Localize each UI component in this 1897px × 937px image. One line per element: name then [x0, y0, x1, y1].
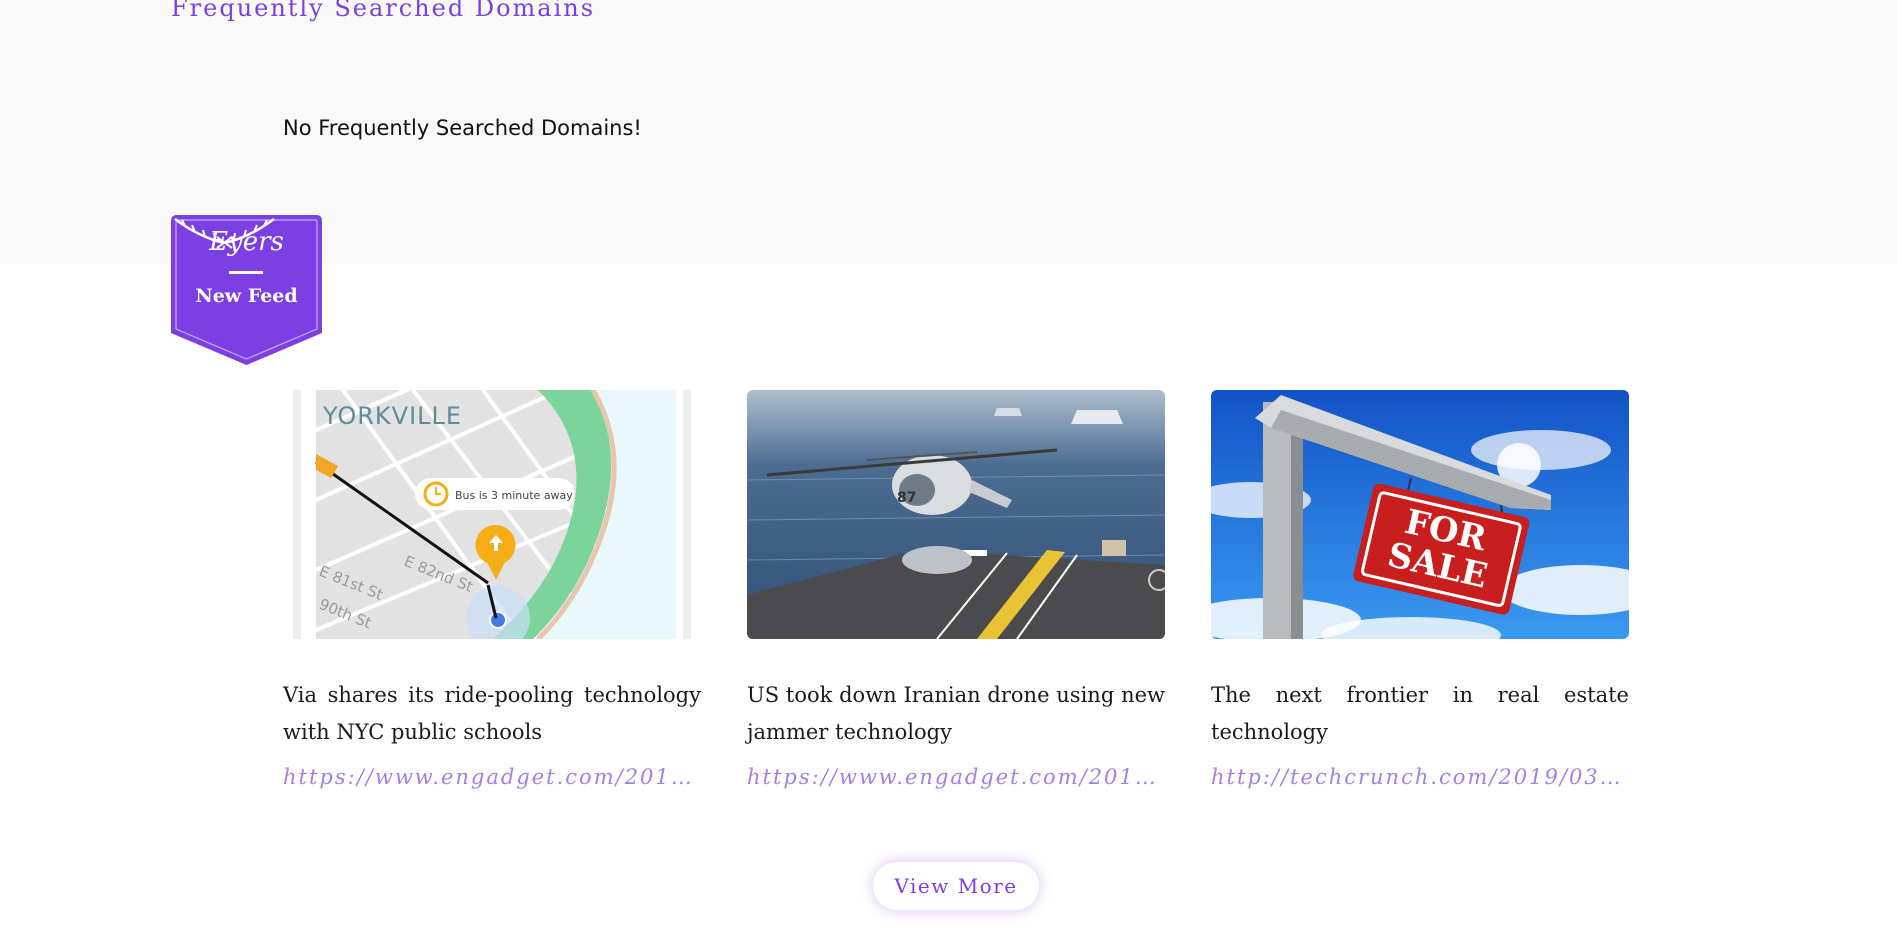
map-neighborhood-label: YORKVILLE	[322, 402, 462, 430]
badge-label: New Feed	[195, 285, 298, 307]
badge-divider	[229, 271, 263, 274]
news-image-for-sale[interactable]: FOR SALE	[1211, 390, 1629, 639]
new-feed-badge: Eyers New Feed	[171, 215, 322, 365]
news-image-map[interactable]: YORKVILLE E 81st St E 82nd St 90th St Bu…	[283, 390, 701, 639]
news-title[interactable]: Via shares its ride-pooling technology w…	[283, 677, 701, 751]
news-link[interactable]: https://www.engadget.com/2019/…	[747, 765, 1165, 789]
news-card[interactable]: 87 US took down Iranian drone using new …	[747, 390, 1165, 789]
section-title: Frequently Searched Domains	[171, 0, 596, 22]
news-title[interactable]: US took down Iranian drone using new jam…	[747, 677, 1165, 751]
news-image-helicopter[interactable]: 87	[747, 390, 1165, 639]
helicopter-number: 87	[897, 490, 916, 506]
news-link[interactable]: http://techcrunch.com/2019/03/1…	[1211, 765, 1629, 789]
news-title[interactable]: The next frontier in real estate technol…	[1211, 677, 1629, 751]
map-bubble-text: Bus is 3 minute away	[455, 489, 573, 502]
view-more-button[interactable]: View More	[873, 862, 1039, 910]
news-card[interactable]: FOR SALE The next frontier in real estat…	[1211, 390, 1629, 789]
laurel-icon	[174, 217, 275, 249]
news-card[interactable]: YORKVILLE E 81st St E 82nd St 90th St Bu…	[283, 390, 701, 789]
news-link[interactable]: https://www.engadget.com/2019/…	[283, 765, 701, 789]
empty-message: No Frequently Searched Domains!	[283, 116, 642, 140]
